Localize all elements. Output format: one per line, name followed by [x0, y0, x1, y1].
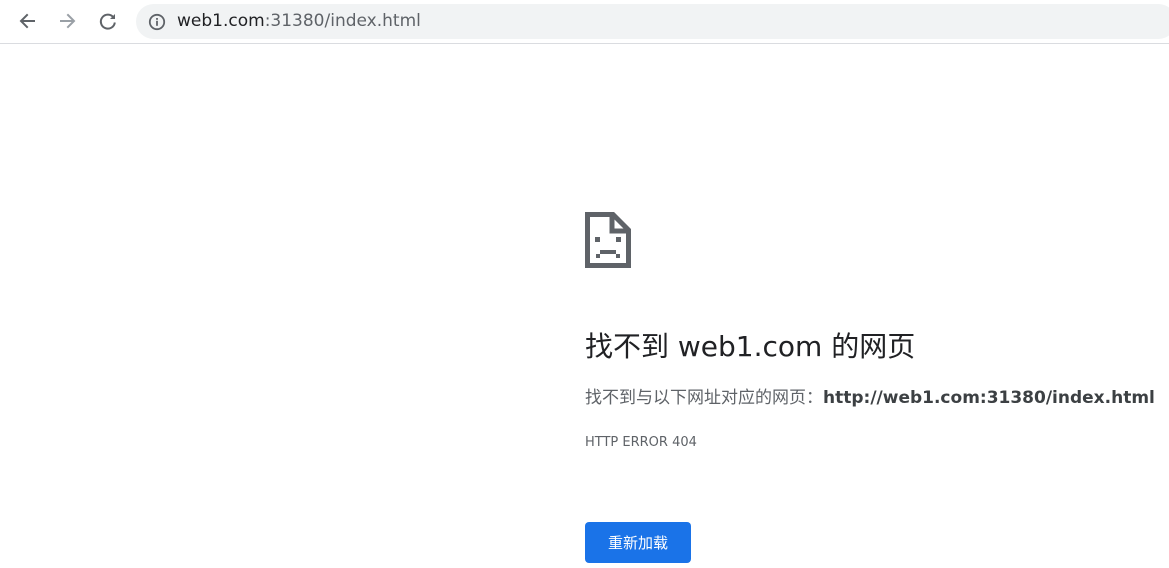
sad-page-icon — [585, 212, 631, 268]
arrow-right-icon — [60, 13, 76, 29]
browser-toolbar: web1.com:31380/index.html — [0, 0, 1169, 44]
arrow-left-icon — [19, 13, 35, 29]
url-text[interactable]: web1.com:31380/index.html — [177, 11, 421, 31]
error-headline: 找不到 web1.com 的网页 — [585, 330, 916, 363]
info-icon[interactable] — [148, 13, 166, 31]
description-url: http://web1.com:31380/index.html — [823, 388, 1155, 408]
url-host: web1.com — [177, 11, 265, 31]
back-button[interactable] — [12, 6, 42, 36]
forward-button[interactable] — [53, 6, 83, 36]
description-prefix: 找不到与以下网址对应的网页： — [585, 388, 823, 408]
url-path: :31380/index.html — [264, 11, 421, 31]
reload-button[interactable]: 重新加载 — [585, 522, 691, 563]
reload-page-button[interactable] — [93, 6, 123, 36]
address-bar[interactable]: web1.com:31380/index.html — [136, 4, 1169, 39]
error-description: 找不到与以下网址对应的网页：http://web1.com:31380/inde… — [585, 386, 1155, 410]
error-code: HTTP ERROR 404 — [585, 435, 697, 450]
reload-icon — [99, 13, 116, 30]
